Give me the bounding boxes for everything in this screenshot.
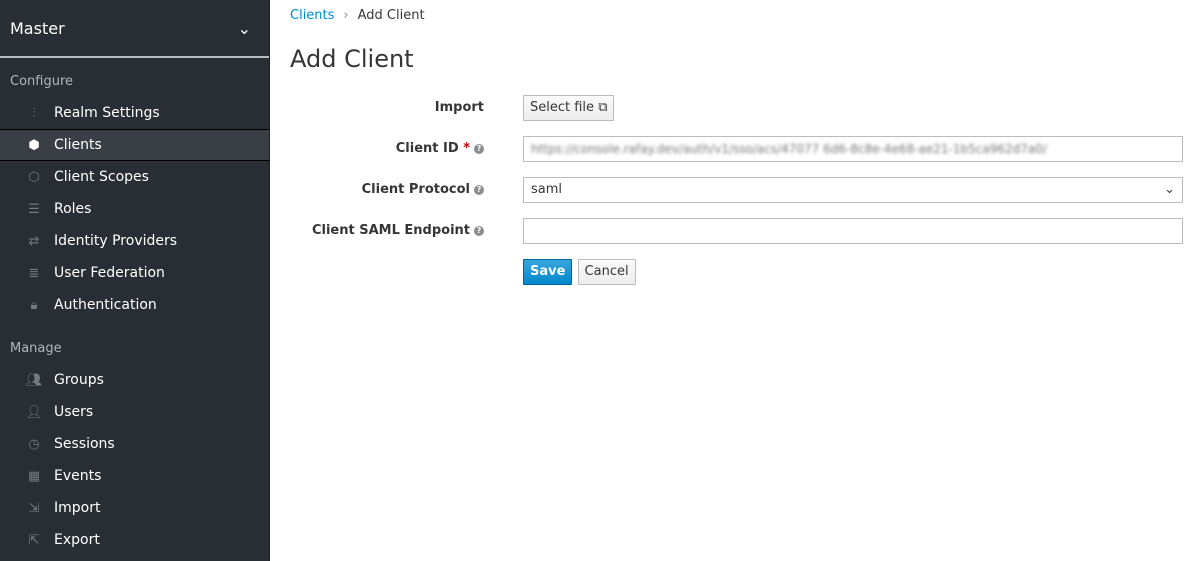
breadcrumb: Clients › Add Client bbox=[290, 8, 1190, 23]
label: User Federation bbox=[54, 265, 165, 281]
manage-list: 👥︎ Groups 👤︎ Users ◷ Sessions ▦ Events ⇲ Impo… bbox=[0, 364, 269, 556]
client-protocol-label: Client Protocol bbox=[361, 182, 470, 197]
lock-icon: 🔒︎ bbox=[30, 297, 38, 313]
label: Roles bbox=[54, 201, 92, 217]
sidebar-item-groups[interactable]: 👥︎ Groups bbox=[0, 364, 269, 396]
sidebar-item-export[interactable]: ⇱ Export bbox=[0, 524, 269, 556]
calendar-icon: ▦ bbox=[27, 468, 41, 484]
label: Clients bbox=[54, 137, 102, 153]
label: Export bbox=[54, 532, 100, 548]
export-icon: ⇱ bbox=[28, 532, 40, 548]
realm-selector[interactable]: Master ⌄ bbox=[0, 0, 269, 58]
client-id-input[interactable]: https://console.rafay.dev/auth/v1/sso/ac… bbox=[523, 135, 1183, 162]
select-file-label: Select file bbox=[530, 99, 595, 115]
help-icon[interactable]: ? bbox=[474, 144, 484, 154]
sidebar: Master ⌄ Configure ⫶ Realm Settings ⬢ Clien… bbox=[0, 0, 270, 561]
import-icon: ⇲ bbox=[28, 500, 40, 516]
sidebar-item-client-scopes[interactable]: ⬡ Client Scopes bbox=[0, 161, 269, 193]
sidebar-item-users[interactable]: 👤︎ Users bbox=[0, 396, 269, 428]
sidebar-item-realm-settings[interactable]: ⫶ Realm Settings bbox=[0, 97, 269, 129]
list-icon: ☰ bbox=[28, 201, 40, 217]
clock-icon: ◷ bbox=[28, 436, 40, 452]
label: Sessions bbox=[54, 436, 115, 452]
label: Events bbox=[54, 468, 102, 484]
actions-row: Save Cancel bbox=[290, 251, 1190, 292]
section-configure: Configure bbox=[10, 74, 74, 89]
endpoint-row: Client SAML Endpoint? bbox=[290, 210, 1190, 251]
client-id-value: https://console.rafay.dev/auth/v1/sso/ac… bbox=[531, 141, 1047, 156]
exchange-icon: ⇄ bbox=[28, 233, 40, 249]
label: Import bbox=[54, 500, 101, 516]
configure-list: ⫶ Realm Settings ⬢ Clients ⬡ Client Scopes … bbox=[0, 97, 269, 321]
client-saml-endpoint-label: Client SAML Endpoint bbox=[311, 223, 470, 238]
import-row: Import Select file ⧉ bbox=[290, 87, 1190, 128]
cube-icon: ⬢ bbox=[28, 137, 40, 153]
sidebar-item-events[interactable]: ▦ Events bbox=[0, 460, 269, 492]
sliders-icon: ⫶ bbox=[32, 105, 36, 121]
sidebar-item-import[interactable]: ⇲ Import bbox=[0, 492, 269, 524]
client-id-label: Client ID bbox=[395, 141, 459, 156]
label: Identity Providers bbox=[54, 233, 178, 249]
breadcrumb-clients-link[interactable]: Clients bbox=[290, 8, 334, 23]
label: Realm Settings bbox=[54, 105, 160, 121]
chevron-down-icon: ⌄ bbox=[1164, 182, 1175, 197]
main-content: Clients › Add Client Add Client Import Sele… bbox=[290, 0, 1190, 292]
sidebar-item-roles[interactable]: ☰ Roles bbox=[0, 193, 269, 225]
client-id-row: Client ID *? https://console.rafay.dev/au… bbox=[290, 128, 1190, 169]
required-marker: * bbox=[463, 141, 470, 156]
page-title: Add Client bbox=[290, 45, 414, 73]
help-icon[interactable]: ? bbox=[474, 226, 484, 236]
label: Client Scopes bbox=[54, 169, 149, 185]
label: Groups bbox=[54, 372, 104, 388]
realm-name: Master bbox=[10, 18, 65, 38]
chevron-down-icon: ⌄ bbox=[237, 18, 251, 38]
cubes-icon: ⬡ bbox=[28, 169, 40, 185]
users-icon: 👥︎ bbox=[25, 372, 43, 388]
protocol-row: Client Protocol? saml ⌄ bbox=[290, 169, 1190, 210]
sidebar-item-authentication[interactable]: 🔒︎ Authentication bbox=[0, 289, 269, 321]
database-icon: ≣ bbox=[28, 265, 40, 281]
sidebar-item-user-federation[interactable]: ≣ User Federation bbox=[0, 257, 269, 289]
user-icon: 👤︎ bbox=[25, 404, 43, 420]
cancel-button[interactable]: Cancel bbox=[577, 258, 636, 285]
save-button[interactable]: Save bbox=[523, 258, 573, 285]
section-manage: Manage bbox=[10, 341, 62, 356]
label: Users bbox=[54, 404, 94, 420]
client-saml-endpoint-input[interactable] bbox=[523, 217, 1183, 244]
label: Authentication bbox=[54, 297, 157, 313]
breadcrumb-current: Add Client bbox=[357, 8, 425, 23]
sidebar-item-identity-providers[interactable]: ⇄ Identity Providers bbox=[0, 225, 269, 257]
protocol-value: saml bbox=[531, 182, 563, 197]
breadcrumb-separator: › bbox=[343, 8, 349, 23]
sidebar-item-clients[interactable]: ⬢ Clients bbox=[0, 129, 269, 161]
import-icon: ⧉ bbox=[598, 99, 608, 115]
select-file-button[interactable]: Select file ⧉ bbox=[523, 94, 615, 121]
client-protocol-select[interactable]: saml ⌄ bbox=[523, 176, 1183, 203]
import-label: Import bbox=[434, 100, 484, 115]
sidebar-item-sessions[interactable]: ◷ Sessions bbox=[0, 428, 269, 460]
help-icon[interactable]: ? bbox=[474, 185, 484, 195]
